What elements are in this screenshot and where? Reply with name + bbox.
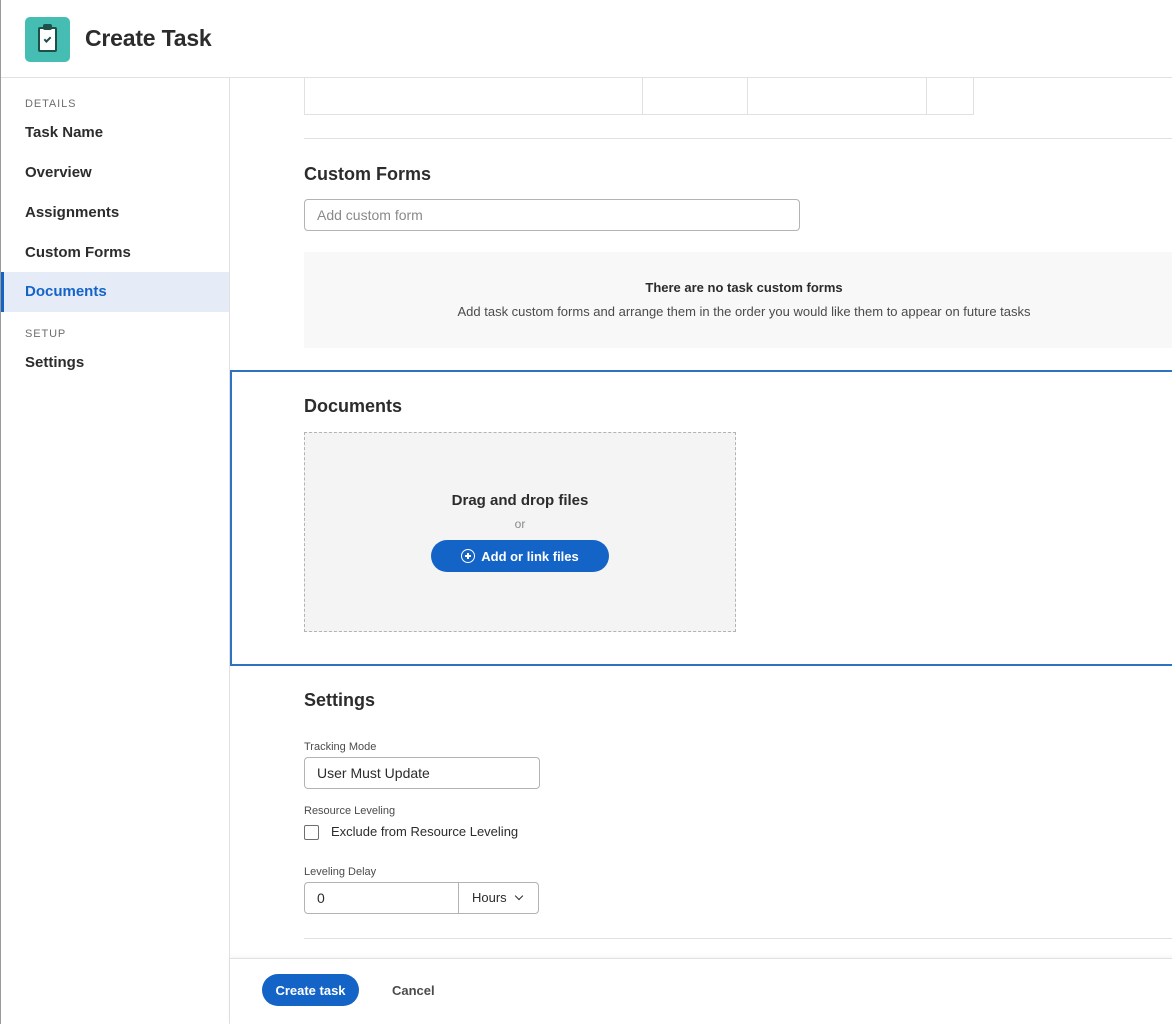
documents-section: Documents Drag and drop files or Add or … [230,370,1172,666]
add-or-link-files-button[interactable]: Add or link files [431,540,609,572]
add-files-label: Add or link files [481,548,579,564]
custom-forms-empty-state: There are no task custom forms Add task … [304,252,1172,348]
settings-title: Settings [304,690,376,710]
drop-zone-or: or [514,517,526,531]
exclude-resource-leveling-checkbox[interactable] [304,825,319,840]
create-task-dialog: Create Task DETAILS Task Name Overview A… [0,0,1172,1024]
sidebar-item-documents[interactable]: Documents [1,272,229,312]
add-custom-form-input[interactable] [304,199,800,231]
leveling-delay-unit-value: Hours [472,890,507,905]
leveling-delay-label: Leveling Delay [304,866,377,878]
cancel-button[interactable]: Cancel [380,974,447,1006]
sidebar-item-settings[interactable]: Settings [1,343,229,383]
leveling-delay-group: 0 Hours [304,882,539,914]
tracking-mode-field[interactable] [304,757,540,789]
sidebar-nav: DETAILS Task Name Overview Assignments C… [1,78,230,1024]
sidebar-item-overview[interactable]: Overview [1,153,229,193]
dialog-footer: Create task Cancel [230,958,1172,1024]
leveling-delay-input[interactable]: 0 [305,883,459,913]
sidebar-heading-details: DETAILS [25,98,77,110]
section-divider [304,138,1172,139]
exclude-resource-leveling-label[interactable]: Exclude from Resource Leveling [331,824,518,839]
file-drop-zone[interactable]: Drag and drop files or Add or link files [304,432,736,632]
create-task-button[interactable]: Create task [262,974,359,1006]
empty-state-message: Add task custom forms and arrange them i… [457,304,1031,319]
assignments-grid-remnant [304,78,974,115]
drop-zone-title: Drag and drop files [451,492,589,509]
dialog-header: Create Task [1,0,1172,78]
leveling-delay-unit-select[interactable]: Hours [460,883,538,913]
clipboard-check-icon [25,17,70,62]
resource-leveling-label: Resource Leveling [304,805,396,817]
page-title: Create Task [85,25,212,51]
tracking-mode-label: Tracking Mode [304,741,377,753]
chevron-down-icon [514,891,524,901]
documents-title: Documents [304,396,403,416]
empty-state-title: There are no task custom forms [645,280,843,295]
sidebar-heading-setup: SETUP [25,328,67,340]
plus-circle-icon [461,549,476,563]
sidebar-item-task-name[interactable]: Task Name [1,113,229,153]
sidebar-item-custom-forms[interactable]: Custom Forms [1,233,229,273]
section-divider-bottom [304,938,1172,939]
custom-forms-title: Custom Forms [304,164,432,184]
main-content[interactable]: Custom Forms There are no task custom fo… [230,78,1172,958]
sidebar-item-assignments[interactable]: Assignments [1,193,229,233]
